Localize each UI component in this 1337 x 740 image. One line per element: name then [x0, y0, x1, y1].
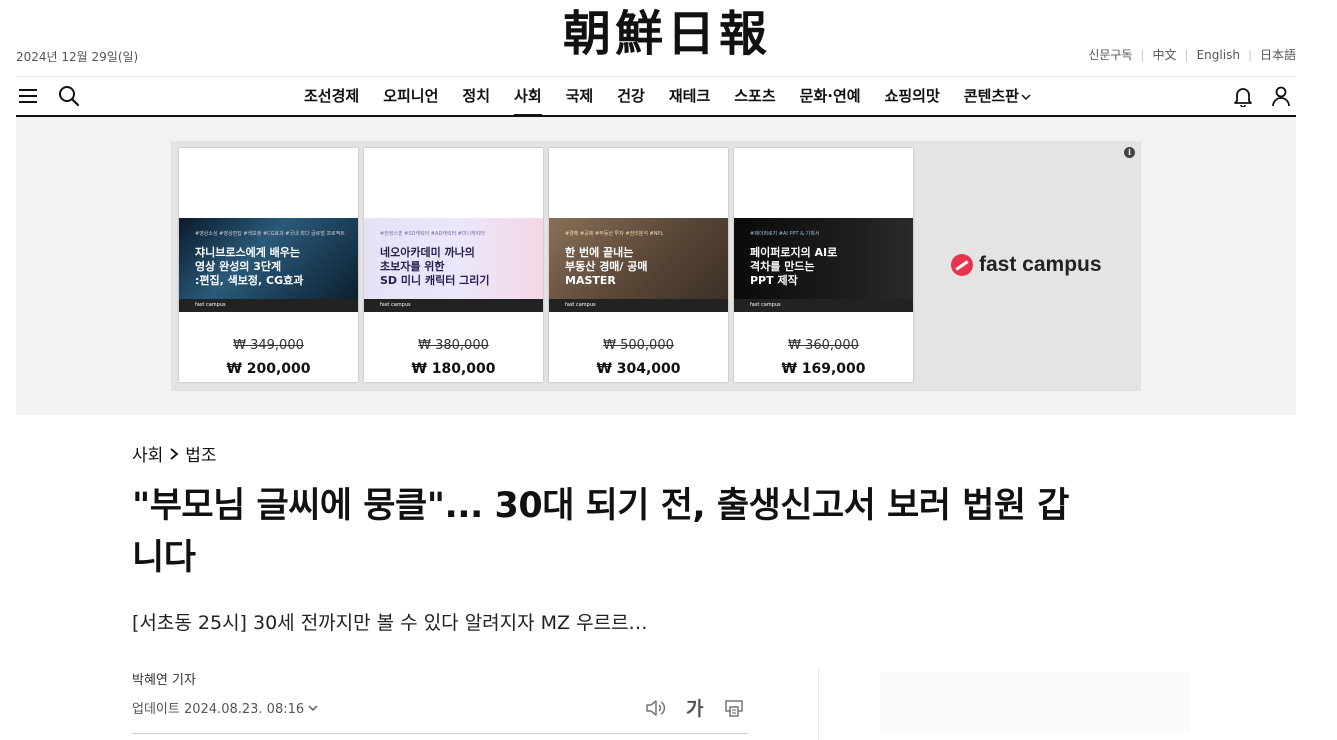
bell-icon[interactable]	[1232, 85, 1254, 107]
article-updated[interactable]: 업데이트 2024.08.23. 08:16	[132, 698, 318, 717]
japanese-link[interactable]: 日本語	[1260, 46, 1296, 63]
chevron-down-icon	[1021, 93, 1031, 100]
main-nav: 조선경제 오피니언 정치 사회 국제 건강 재테크 스포츠 문화·연예 쇼핑의맛…	[16, 76, 1296, 117]
nav-item-society[interactable]: 사회	[502, 77, 554, 116]
ad-card-tags: #영상소싱 #영상편집 #색보정 #CG효과 #국내 최다 글로벌 프로젝트	[195, 231, 345, 237]
article-subhead: [서초동 25시] 30세 전까지만 볼 수 있다 알려지자 MZ 우르르…	[132, 612, 648, 634]
article-tools: 가	[644, 694, 745, 721]
ad-card-image: #경매 #공매 #부동산 투자 #권리분석 #NPL 한 번에 끝내는 부동산 …	[549, 218, 728, 312]
divider	[132, 733, 748, 734]
sale-price: ₩ 200,000	[226, 361, 311, 377]
sale-price: ₩ 304,000	[596, 361, 681, 377]
search-icon[interactable]	[58, 85, 80, 107]
site-logo[interactable]: 朝鮮日報	[522, 4, 812, 64]
ad-card[interactable]: #경매 #공매 #부동산 투자 #권리분석 #NPL 한 번에 끝내는 부동산 …	[549, 148, 728, 382]
nav-item-economy[interactable]: 조선경제	[292, 77, 371, 116]
font-size-button[interactable]: 가	[686, 694, 703, 721]
ad-info-icon[interactable]: i	[1124, 147, 1135, 158]
ad-card-footer: fast campus	[549, 299, 728, 312]
ad-card-text: 페이퍼로지의 AI로 격차를 만드는 PPT 제작	[750, 246, 838, 287]
fastcampus-mark-icon	[951, 254, 973, 276]
ad-box[interactable]: i #영상소싱 #영상편집 #색보정 #CG효과 #국내 최다 글로벌 프로젝트…	[171, 141, 1141, 391]
nav-item-contents-label: 콘텐츠판	[963, 87, 1019, 105]
divider: |	[1140, 47, 1145, 62]
ad-card-text: 네오아카데미 까나의 초보자를 위한 SD 미니 캐릭터 그리기	[380, 246, 490, 287]
ad-banner-area: i #영상소싱 #영상편집 #색보정 #CG효과 #국내 최다 글로벌 프로젝트…	[16, 117, 1296, 415]
nav-item-international[interactable]: 국제	[554, 77, 606, 116]
hamburger-menu-icon[interactable]	[18, 86, 38, 106]
ad-card-footer: fast campus	[179, 299, 358, 312]
user-icon[interactable]	[1270, 85, 1292, 107]
speaker-icon[interactable]	[644, 697, 666, 719]
original-price: ₩ 500,000	[603, 338, 674, 353]
breadcrumb-section[interactable]: 사회	[132, 441, 163, 466]
nav-item-finance[interactable]: 재테크	[657, 77, 722, 116]
updated-timestamp: 업데이트 2024.08.23. 08:16	[132, 702, 305, 717]
chevron-right-icon	[170, 447, 179, 460]
sale-price: ₩ 169,000	[781, 361, 866, 377]
ad-card-image: #한정스핀 #SD캐릭터 #AD캐릭터 #미니캐릭터 네오아카데미 까나의 초보…	[364, 218, 543, 312]
ad-card[interactable]: #영상소싱 #영상편집 #색보정 #CG효과 #국내 최다 글로벌 프로젝트 쟈…	[179, 148, 358, 382]
original-price: ₩ 380,000	[418, 338, 489, 353]
fastcampus-logo[interactable]: fast campus	[951, 253, 1102, 277]
ad-card-image: #페이퍼로지 #AI PPT & 기획서 페이퍼로지의 AI로 격차를 만드는 …	[734, 218, 913, 312]
fastcampus-brand-name: fast campus	[979, 253, 1102, 276]
original-price: ₩ 349,000	[233, 338, 304, 353]
nav-item-shopping[interactable]: 쇼핑의맛	[873, 77, 952, 116]
nav-item-sports[interactable]: 스포츠	[722, 77, 787, 116]
ad-card-text: 한 번에 끝내는 부동산 경매/ 공매 MASTER	[565, 246, 648, 287]
ad-card-image: #영상소싱 #영상편집 #색보정 #CG효과 #국내 최다 글로벌 프로젝트 쟈…	[179, 218, 358, 312]
sidebar-placeholder	[880, 672, 1190, 732]
subscribe-link[interactable]: 신문구독	[1088, 46, 1132, 63]
ad-card[interactable]: #한정스핀 #SD캐릭터 #AD캐릭터 #미니캐릭터 네오아카데미 까나의 초보…	[364, 148, 543, 382]
original-price: ₩ 360,000	[788, 338, 859, 353]
sidebar-divider	[818, 668, 819, 740]
divider: |	[1247, 47, 1252, 62]
ad-card-footer: fast campus	[734, 299, 913, 312]
header-links: 신문구독 | 中文 | English | 日本語	[1088, 46, 1296, 63]
ad-card-text: 쟈니브로스에게 배우는 영상 완성의 3단계 :편집, 색보정, CG효과	[195, 246, 304, 287]
sale-price: ₩ 180,000	[411, 361, 496, 377]
article-headline: "부모님 글씨에 뭉클"... 30대 되기 전, 출생신고서 보러 법원 갑니…	[132, 486, 1069, 578]
nav-item-health[interactable]: 건강	[605, 77, 657, 116]
nav-item-culture[interactable]: 문화·연예	[788, 77, 873, 116]
ad-card-tags: #한정스핀 #SD캐릭터 #AD캐릭터 #미니캐릭터	[380, 231, 485, 237]
ad-card-tags: #페이퍼로지 #AI PPT & 기획서	[750, 231, 820, 237]
english-link[interactable]: English	[1197, 48, 1240, 62]
nav-item-opinion[interactable]: 오피니언	[371, 77, 450, 116]
ad-card[interactable]: #페이퍼로지 #AI PPT & 기획서 페이퍼로지의 AI로 격차를 만드는 …	[734, 148, 913, 382]
breadcrumb-subsection[interactable]: 법조	[185, 441, 216, 466]
chevron-down-icon	[308, 705, 318, 711]
article-author[interactable]: 박혜연 기자	[132, 669, 196, 688]
divider: |	[1184, 47, 1189, 62]
print-icon[interactable]	[723, 697, 745, 719]
breadcrumb: 사회 법조	[132, 441, 217, 466]
nav-items: 조선경제 오피니언 정치 사회 국제 건강 재테크 스포츠 문화·연예 쇼핑의맛…	[292, 77, 1043, 116]
ad-card-tags: #경매 #공매 #부동산 투자 #권리분석 #NPL	[565, 231, 664, 237]
nav-item-politics[interactable]: 정치	[450, 77, 502, 116]
current-date: 2024년 12월 29일(일)	[16, 50, 139, 64]
ad-card-footer: fast campus	[364, 299, 543, 312]
nav-item-contents[interactable]: 콘텐츠판	[952, 77, 1043, 116]
chinese-link[interactable]: 中文	[1153, 46, 1177, 63]
top-header: 2024년 12월 29일(일) 朝鮮日報 신문구독 | 中文 | Englis…	[16, 0, 1296, 76]
